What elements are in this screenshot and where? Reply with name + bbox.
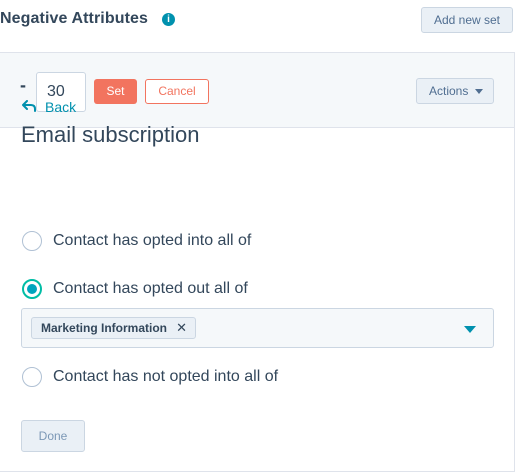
section-title: Email subscription	[21, 122, 200, 147]
info-icon[interactable]: i	[162, 13, 175, 26]
page-title: Negative Attributes	[0, 10, 149, 27]
radio-button-selected[interactable]	[22, 279, 42, 299]
subscription-type-select[interactable]: Marketing Information ✕	[21, 308, 494, 348]
back-label: Back	[45, 99, 77, 115]
attribute-set-card: - Set Cancel Actions	[0, 52, 515, 472]
set-button[interactable]: Set	[94, 79, 137, 104]
radio-button[interactable]	[22, 231, 42, 251]
minus-sign: -	[20, 75, 26, 95]
radio-button[interactable]	[22, 367, 42, 387]
chevron-down-icon[interactable]	[464, 326, 476, 333]
actions-dropdown-button[interactable]: Actions	[416, 78, 494, 104]
panel-header: Negative Attributes i Add new set	[0, 0, 517, 52]
radio-label: Contact has not opted into all of	[53, 368, 279, 385]
actions-label: Actions	[429, 84, 469, 98]
cancel-button[interactable]: Cancel	[145, 79, 209, 104]
radio-label: Contact has opted into all of	[53, 232, 252, 249]
back-arrow-icon	[22, 100, 36, 112]
tag-label: Marketing Information	[41, 321, 168, 335]
done-button[interactable]: Done	[21, 420, 85, 452]
remove-tag-icon[interactable]: ✕	[176, 318, 187, 338]
tag-chip: Marketing Information ✕	[31, 317, 197, 339]
set-toolbar: - Set Cancel Actions	[0, 53, 514, 128]
caret-down-icon	[475, 89, 483, 94]
add-new-set-button[interactable]: Add new set	[421, 7, 513, 33]
radio-label: Contact has opted out all of	[53, 280, 248, 297]
